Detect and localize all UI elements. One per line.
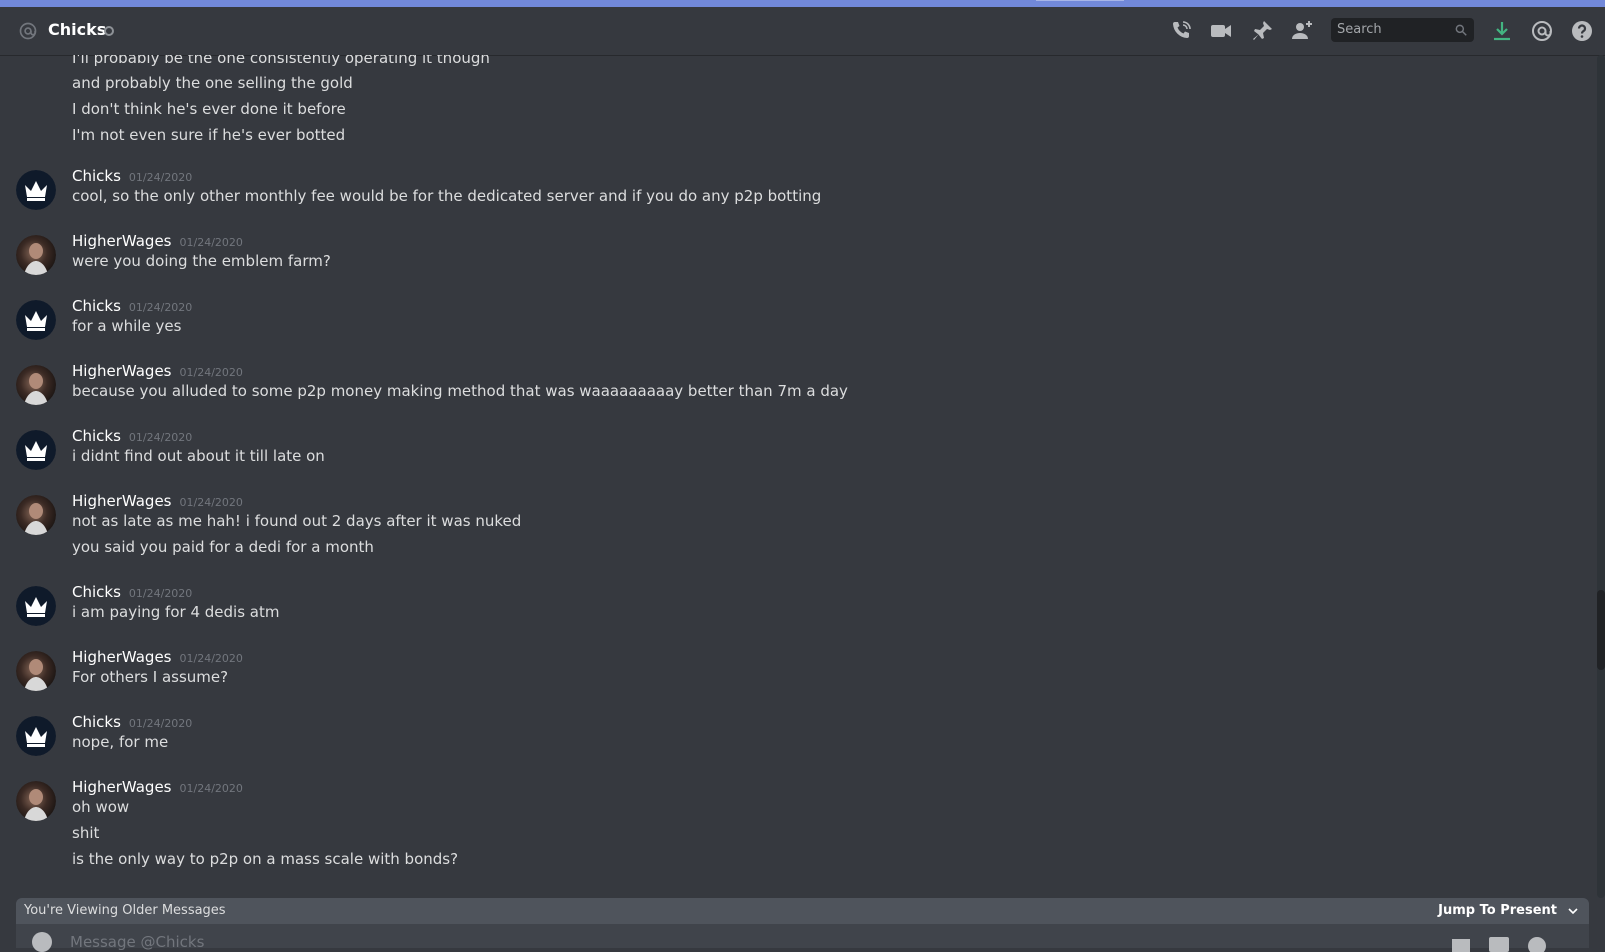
user-photo-icon bbox=[16, 235, 56, 275]
author-name: Chicks bbox=[72, 713, 121, 731]
message-timestamp: 01/24/2020 bbox=[179, 652, 243, 665]
crown-avatar[interactable] bbox=[16, 586, 56, 626]
gif-icon[interactable] bbox=[1488, 932, 1510, 952]
author-name: Chicks bbox=[72, 297, 121, 315]
message-author[interactable]: Chicks 01/24/2020 bbox=[72, 427, 192, 445]
message-text: is the only way to p2p on a mass scale w… bbox=[72, 850, 459, 868]
photo-avatar[interactable] bbox=[16, 235, 56, 275]
message-text: shit bbox=[72, 824, 100, 842]
author-name: Chicks bbox=[72, 427, 121, 445]
message-text: I'll probably be the one consistently op… bbox=[72, 55, 490, 67]
message-author[interactable]: Chicks 01/24/2020 bbox=[72, 297, 192, 315]
message-timestamp: 01/24/2020 bbox=[128, 431, 193, 444]
crown-icon bbox=[16, 586, 56, 626]
photo-avatar[interactable] bbox=[16, 651, 56, 691]
message-text: not as late as me hah! i found out 2 day… bbox=[72, 512, 522, 530]
scrollbar-thumb[interactable] bbox=[1597, 590, 1605, 670]
channel-name: Chicks bbox=[48, 20, 107, 39]
user-photo-icon bbox=[16, 781, 56, 821]
message-list[interactable]: I'll probably be the one consistently op… bbox=[0, 55, 1590, 898]
jump-to-present-button[interactable]: Jump To Present bbox=[1438, 903, 1557, 918]
user-photo-icon bbox=[16, 495, 56, 535]
crown-icon bbox=[16, 300, 56, 340]
author-name: Chicks bbox=[72, 583, 121, 601]
search-icon bbox=[1455, 24, 1467, 36]
start-voice-call-icon[interactable] bbox=[1169, 19, 1193, 43]
mentions-icon[interactable] bbox=[1530, 19, 1554, 43]
photo-avatar[interactable] bbox=[16, 781, 56, 821]
message-author[interactable]: HigherWages 01/24/2020 bbox=[72, 778, 243, 796]
help-icon[interactable] bbox=[1570, 19, 1594, 43]
message-timestamp: 01/24/2020 bbox=[179, 782, 243, 795]
message-text: i didnt find out about it till late on bbox=[72, 447, 325, 465]
message-text: i am paying for 4 dedis atm bbox=[72, 603, 280, 621]
download-icon[interactable] bbox=[1490, 19, 1514, 43]
author-name: HigherWages bbox=[72, 492, 172, 510]
top-strip-highlight bbox=[1036, 0, 1124, 1]
start-video-call-icon[interactable] bbox=[1209, 19, 1233, 43]
photo-avatar[interactable] bbox=[16, 495, 56, 535]
crown-avatar[interactable] bbox=[16, 430, 56, 470]
message-author[interactable]: Chicks 01/24/2020 bbox=[72, 583, 192, 601]
user-photo-icon bbox=[16, 651, 56, 691]
message-timestamp: 01/24/2020 bbox=[179, 496, 243, 509]
older-messages-label: You're Viewing Older Messages bbox=[24, 903, 226, 918]
message-timestamp: 01/24/2020 bbox=[128, 587, 193, 600]
message-text: For others I assume? bbox=[72, 668, 229, 686]
author-name: HigherWages bbox=[72, 778, 172, 796]
author-name: HigherWages bbox=[72, 648, 172, 666]
message-text: nope, for me bbox=[72, 733, 169, 751]
crown-icon bbox=[16, 170, 56, 210]
message-timestamp: 01/24/2020 bbox=[179, 366, 243, 379]
message-author[interactable]: HigherWages 01/24/2020 bbox=[72, 362, 243, 380]
message-text: oh wow bbox=[72, 798, 130, 816]
message-text: cool, so the only other monthly fee woul… bbox=[72, 187, 822, 205]
message-author[interactable]: HigherWages 01/24/2020 bbox=[72, 232, 243, 250]
crown-icon bbox=[16, 430, 56, 470]
channel-header: Chicks Search bbox=[0, 7, 1605, 55]
crown-avatar[interactable] bbox=[16, 716, 56, 756]
message-input-placeholder: Message @Chicks bbox=[70, 933, 205, 951]
crown-icon bbox=[16, 716, 56, 756]
scrollbar-track[interactable] bbox=[1597, 55, 1605, 898]
chevron-down-icon[interactable] bbox=[1567, 905, 1579, 917]
message-text: you said you paid for a dedi for a month bbox=[72, 538, 374, 556]
at-sign-icon bbox=[19, 22, 37, 40]
photo-avatar[interactable] bbox=[16, 365, 56, 405]
message-timestamp: 01/24/2020 bbox=[128, 717, 193, 730]
user-photo-icon bbox=[16, 365, 56, 405]
window-top-strip bbox=[0, 0, 1605, 7]
crown-avatar[interactable] bbox=[16, 300, 56, 340]
message-text: and probably the one selling the gold bbox=[72, 74, 353, 92]
author-name: HigherWages bbox=[72, 232, 172, 250]
message-author[interactable]: Chicks 01/24/2020 bbox=[72, 713, 192, 731]
message-text: I don't think he's ever done it before bbox=[72, 100, 346, 118]
upload-plus-icon[interactable] bbox=[32, 932, 52, 952]
emoji-icon[interactable] bbox=[1526, 932, 1548, 952]
message-author[interactable]: Chicks 01/24/2020 bbox=[72, 167, 192, 185]
message-text: because you alluded to some p2p money ma… bbox=[72, 382, 848, 400]
message-author[interactable]: HigherWages 01/24/2020 bbox=[72, 492, 243, 510]
pinned-messages-icon[interactable] bbox=[1250, 19, 1274, 43]
offline-status-icon bbox=[104, 26, 114, 36]
message-text: for a while yes bbox=[72, 317, 182, 335]
message-timestamp: 01/24/2020 bbox=[128, 301, 193, 314]
author-name: Chicks bbox=[72, 167, 121, 185]
crown-avatar[interactable] bbox=[16, 170, 56, 210]
older-messages-bar: You're Viewing Older Messages Jump To Pr… bbox=[16, 898, 1589, 924]
message-timestamp: 01/24/2020 bbox=[179, 236, 243, 249]
search-placeholder: Search bbox=[1337, 22, 1382, 37]
author-name: HigherWages bbox=[72, 362, 172, 380]
message-timestamp: 01/24/2020 bbox=[128, 171, 193, 184]
search-input[interactable]: Search bbox=[1331, 18, 1474, 42]
gift-icon[interactable] bbox=[1450, 932, 1472, 952]
message-author[interactable]: HigherWages 01/24/2020 bbox=[72, 648, 243, 666]
message-composer[interactable]: Message @Chicks bbox=[16, 924, 1589, 952]
message-text: I'm not even sure if he's ever botted bbox=[72, 126, 346, 144]
add-friend-icon[interactable] bbox=[1290, 19, 1314, 43]
message-text: were you doing the emblem farm? bbox=[72, 252, 331, 270]
